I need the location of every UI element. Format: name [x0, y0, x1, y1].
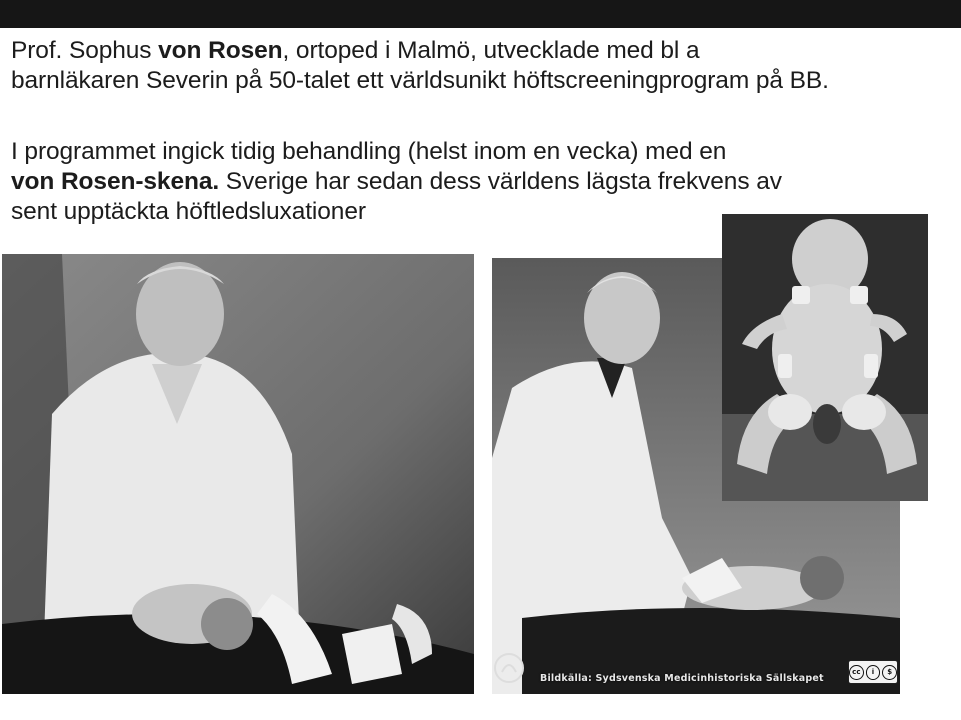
- society-logo-icon: [493, 652, 525, 684]
- paragraph-2-text: I programmet ingick tidig behandling (he…: [11, 138, 727, 165]
- photo-infant-in-splint: [722, 214, 928, 501]
- slide-paragraph-1: Prof. Sophus von Rosen, ortoped i Malmö,…: [11, 36, 946, 96]
- paragraph-1-bold-name: von Rosen: [158, 37, 283, 64]
- image-credit: Bildkälla: Sydsvenska Medicinhistoriska …: [540, 673, 824, 684]
- top-bar: [0, 0, 961, 28]
- paragraph-1-text: Prof. Sophus: [11, 37, 159, 64]
- cc-by-nc-icon: cc i $: [848, 660, 898, 684]
- paragraph-2-bold-term: von Rosen-skena.: [11, 168, 220, 195]
- photo-doctor-with-infant: [2, 254, 474, 694]
